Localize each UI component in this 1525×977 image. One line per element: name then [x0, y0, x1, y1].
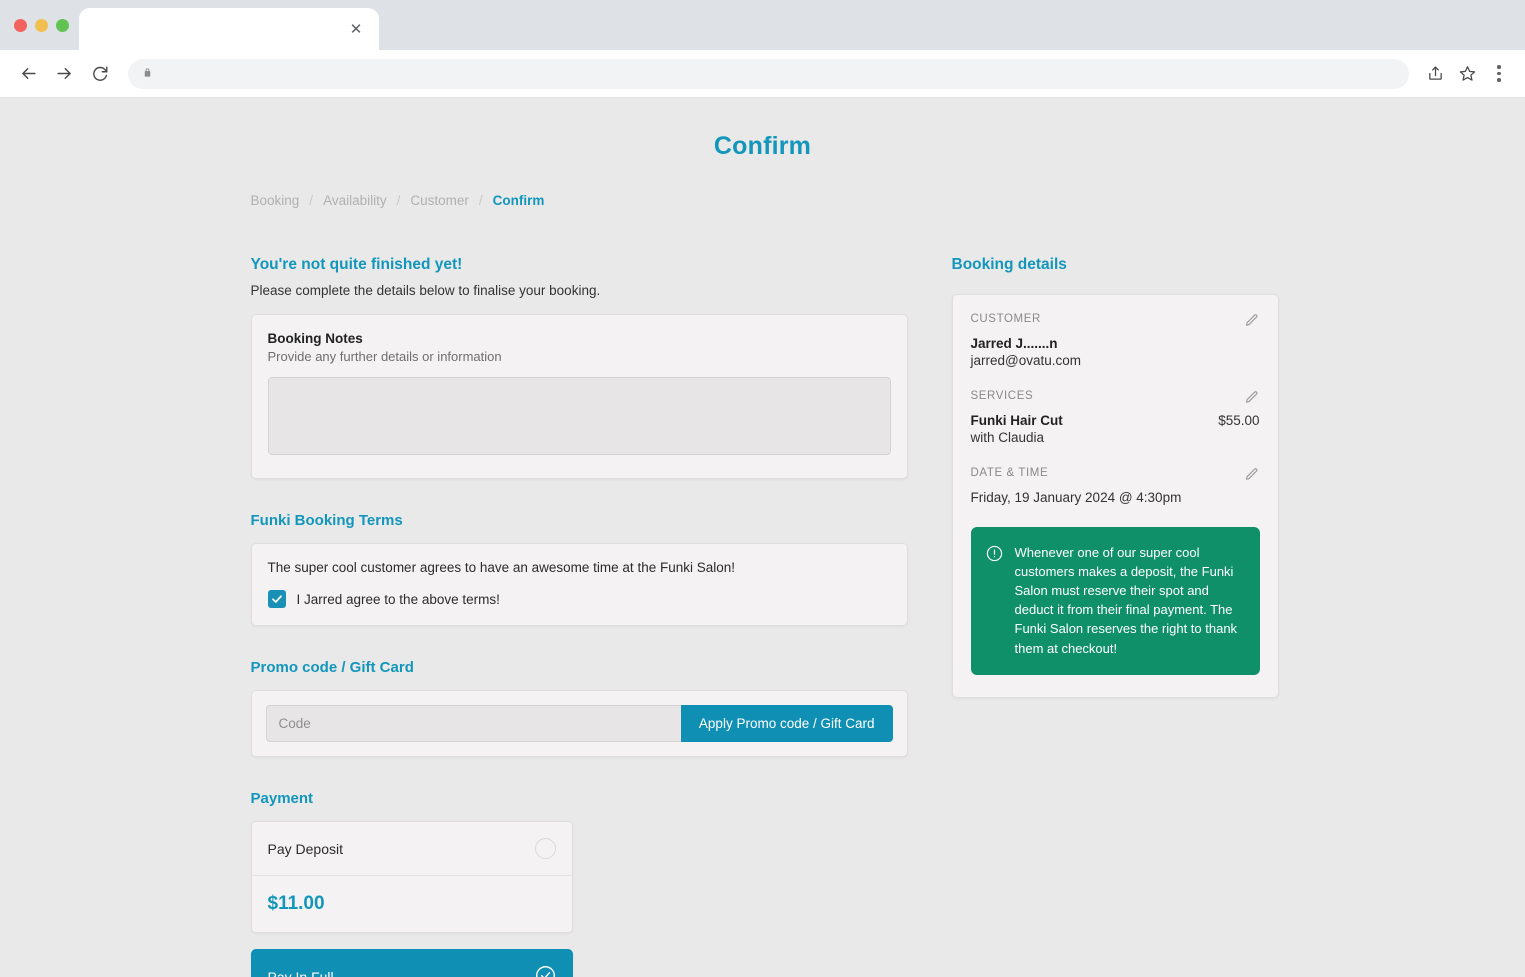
- terms-agree-row[interactable]: I Jarred agree to the above terms!: [268, 590, 891, 608]
- lead-title: You're not quite finished yet!: [251, 256, 908, 274]
- browser-toolbar: [0, 50, 1525, 98]
- browser-tab[interactable]: ✕: [79, 8, 379, 50]
- payment-options: Pay Deposit $11.00 Pay In Full: [251, 821, 908, 977]
- payment-option-label: Pay Deposit: [268, 841, 343, 857]
- breadcrumb-separator: /: [309, 193, 313, 208]
- services-label: SERVICES: [971, 390, 1034, 402]
- payment-section-title: Payment: [251, 790, 908, 807]
- payment-option-amount: $11.00: [252, 876, 572, 932]
- page-title: Confirm: [0, 132, 1525, 161]
- window-traffic-lights: [8, 0, 79, 50]
- payment-option-pay-in-full[interactable]: Pay In Full $55.00: [251, 949, 573, 977]
- promo-code-input[interactable]: [266, 705, 681, 742]
- back-icon[interactable]: [12, 58, 44, 90]
- close-tab-icon[interactable]: ✕: [345, 18, 367, 40]
- info-circle-icon: [986, 545, 1004, 563]
- breadcrumb-item-availability[interactable]: Availability: [323, 193, 387, 208]
- breadcrumb: Booking / Availability / Customer / Conf…: [251, 193, 1313, 208]
- edit-customer-pencil-icon[interactable]: [1244, 313, 1260, 329]
- terms-agree-label: I Jarred agree to the above terms!: [297, 592, 500, 607]
- booking-details-title: Booking details: [952, 256, 1279, 274]
- forward-icon[interactable]: [48, 58, 80, 90]
- services-block: SERVICES Funki Hair Cut $55.00 with Cl: [971, 390, 1260, 445]
- promo-section-title: Promo code / Gift Card: [251, 659, 908, 676]
- radio-checked-icon[interactable]: [535, 965, 556, 977]
- address-bar[interactable]: [128, 59, 1409, 89]
- terms-agree-checkbox[interactable]: [268, 590, 286, 608]
- edit-datetime-pencil-icon[interactable]: [1244, 467, 1260, 483]
- browser-window: ✕ Confirm: [0, 0, 1525, 977]
- reload-icon[interactable]: [84, 58, 116, 90]
- booking-notes-help: Provide any further details or informati…: [268, 349, 891, 364]
- breadcrumb-item-booking[interactable]: Booking: [251, 193, 300, 208]
- customer-label: CUSTOMER: [971, 313, 1041, 325]
- main-column: You're not quite finished yet! Please co…: [251, 256, 908, 977]
- browser-menu-icon[interactable]: [1485, 60, 1513, 88]
- lead-subtitle: Please complete the details below to fin…: [251, 283, 908, 298]
- terms-section-title: Funki Booking Terms: [251, 512, 908, 529]
- share-icon[interactable]: [1421, 60, 1449, 88]
- breadcrumb-item-customer[interactable]: Customer: [410, 193, 469, 208]
- page-content: Confirm Booking / Availability / Custome…: [0, 98, 1525, 977]
- customer-block: CUSTOMER Jarred J.......n jarred@ovatu.c…: [971, 313, 1260, 368]
- breadcrumb-item-confirm[interactable]: Confirm: [493, 193, 545, 208]
- booking-details-column: Booking details CUSTOMER Jarred J.......…: [952, 256, 1279, 977]
- service-price: $55.00: [1218, 413, 1259, 428]
- datetime-block: DATE & TIME Friday, 19 January 2024 @ 4:…: [971, 467, 1260, 505]
- promo-card: Apply Promo code / Gift Card: [251, 690, 908, 757]
- booking-terms-card: The super cool customer agrees to have a…: [251, 543, 908, 626]
- terms-body-text: The super cool customer agrees to have a…: [268, 560, 891, 575]
- payment-option-pay-deposit[interactable]: Pay Deposit $11.00: [251, 821, 573, 933]
- booking-notes-input[interactable]: [268, 377, 891, 455]
- close-window-button[interactable]: [14, 19, 27, 32]
- booking-notes-label: Booking Notes: [268, 331, 891, 346]
- apply-promo-button[interactable]: Apply Promo code / Gift Card: [681, 705, 893, 742]
- datetime-label: DATE & TIME: [971, 467, 1049, 479]
- edit-services-pencil-icon[interactable]: [1244, 390, 1260, 406]
- maximize-window-button[interactable]: [56, 19, 69, 32]
- customer-email: jarred@ovatu.com: [971, 353, 1260, 368]
- minimize-window-button[interactable]: [35, 19, 48, 32]
- deposit-notice-text: Whenever one of our super cool customers…: [1015, 543, 1243, 658]
- lock-icon: [142, 66, 153, 82]
- customer-name: Jarred J.......n: [971, 336, 1260, 351]
- service-name: Funki Hair Cut: [971, 413, 1063, 428]
- tab-strip: ✕: [0, 0, 1525, 50]
- deposit-notice: Whenever one of our super cool customers…: [971, 527, 1260, 675]
- breadcrumb-separator: /: [397, 193, 401, 208]
- service-staff: with Claudia: [971, 430, 1260, 445]
- breadcrumb-separator: /: [479, 193, 483, 208]
- datetime-value: Friday, 19 January 2024 @ 4:30pm: [971, 490, 1260, 505]
- radio-unchecked-icon[interactable]: [535, 838, 556, 859]
- booking-notes-card: Booking Notes Provide any further detail…: [251, 314, 908, 479]
- bookmark-star-icon[interactable]: [1453, 60, 1481, 88]
- booking-details-card: CUSTOMER Jarred J.......n jarred@ovatu.c…: [952, 294, 1279, 698]
- payment-option-label: Pay In Full: [268, 969, 334, 977]
